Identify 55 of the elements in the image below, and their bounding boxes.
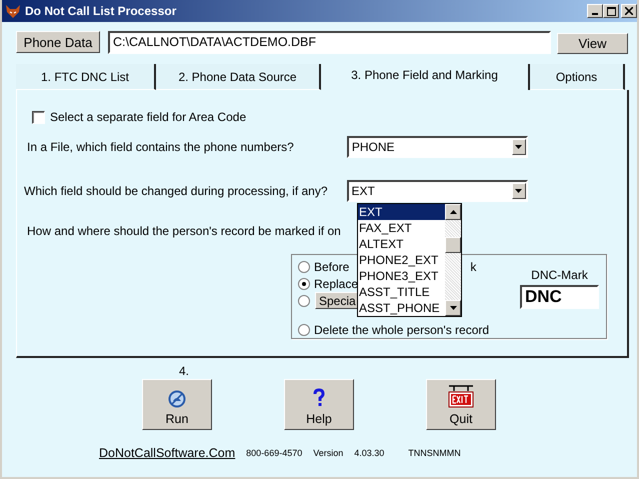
checkbox-label: Select a separate field for Area Code [50,110,246,124]
phone-data-button[interactable]: Phone Data [16,31,100,53]
phone-number: 800-669-4570 [246,448,302,458]
tab[interactable]: Options [530,64,625,90]
dnc-mark-label: DNC-Mark [531,268,588,282]
minimize-button[interactable] [587,4,603,18]
radio-label: Before [314,260,350,274]
radio-button[interactable] [298,324,310,336]
step-label: 4. [179,364,190,378]
radio-label: Delete the whole person's record [314,322,490,336]
tab[interactable]: 1. FTC DNC List [16,64,156,90]
dropdown-item[interactable]: FAX_EXT [358,220,445,236]
checkbox[interactable] [32,110,45,124]
window-title: Do Not Call List Processor [25,4,176,18]
question-text: In a File, which field contains the phone numbers? [27,140,294,154]
dnc-mark-field[interactable]: DNC [520,285,599,309]
question-text: How and where should the person's record be marked if on [27,224,341,238]
phone-field-select[interactable]: PHONE [346,136,528,158]
up-arrow-icon [450,210,456,214]
radio-label: Replace [314,276,358,290]
exit-sign-icon [447,384,475,408]
dropdown-item[interactable]: PHONE2_EXT [358,252,445,268]
close-icon [625,7,633,15]
maximize-icon [606,6,616,16]
version-label: Version [313,448,344,458]
dropdown-item[interactable]: EXT [358,204,445,220]
change-field-select[interactable]: EXT [346,180,528,202]
tab[interactable]: 2. Phone Data Source [156,64,321,90]
view-button[interactable]: View [557,33,628,54]
website-link[interactable]: DoNotCallSoftware.Com [99,446,236,460]
radio-label: k [470,260,476,274]
quit-button[interactable]: Quit [426,379,496,430]
close-button[interactable] [621,4,637,18]
dropdown-item[interactable]: PHONE3_EXT [358,268,445,284]
dropdown-arrow-icon [515,189,522,193]
question-text: Which field should be changed during processing, if any? [24,184,328,198]
license-code: TNNSNMMN [408,448,461,458]
scrollbar[interactable] [445,204,461,316]
special-button[interactable]: Specia [315,292,360,309]
dropdown-item[interactable]: ASST_TITLE [358,284,445,300]
radio-button[interactable] [298,278,310,290]
help-button[interactable]: Help [284,379,354,430]
dropdown-item[interactable]: ASST_PHONE [358,300,445,316]
dropdown-item[interactable]: ALTEXT [358,236,445,252]
down-arrow-icon [450,306,456,310]
radio-button[interactable] [298,260,310,272]
maximize-button[interactable] [603,4,619,18]
fox-icon [5,3,21,19]
question-mark-icon [312,388,326,408]
dropdown-arrow-icon [515,145,522,149]
version-number: 4.03.30 [354,448,384,458]
scrollbar-thumb[interactable] [445,237,461,253]
path-field[interactable]: C:\CALLNOT\DATA\ACTDEMO.DBF [108,31,551,54]
radio-button[interactable] [298,294,310,306]
run-button[interactable]: Run [142,379,212,430]
